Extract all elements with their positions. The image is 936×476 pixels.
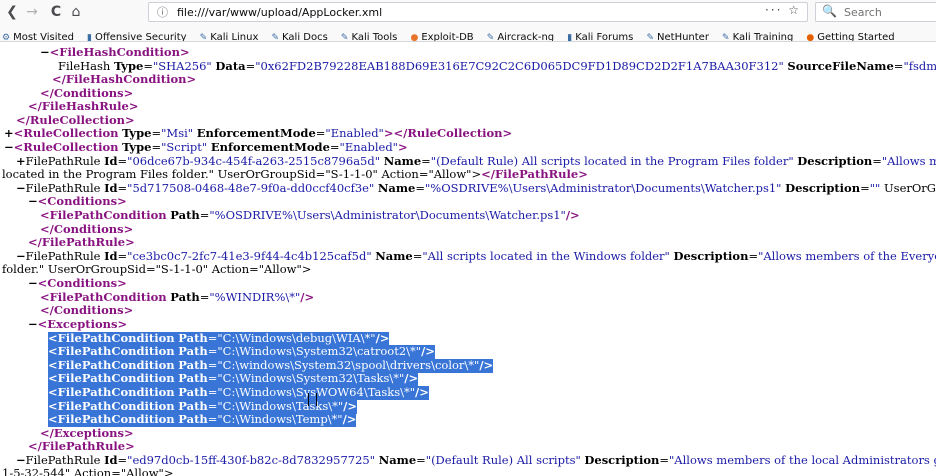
kali-dragon-icon: ✎: [340, 33, 349, 42]
xml-line: <FilePathCondition Path="C:\Windows\SysW…: [48, 385, 429, 400]
bookmark-kali-training[interactable]: ✎ Kali Training: [722, 30, 794, 42]
offsec-icon: ▮: [87, 33, 92, 42]
xml-line: </FilePathRule>: [28, 439, 135, 453]
xml-line: +<RuleCollection Type="Msi" EnforcementM…: [4, 126, 513, 140]
kali-dragon-icon: ✎: [199, 33, 208, 42]
xml-line: </FileHashCondition>: [52, 72, 197, 86]
bookmark-nethunter[interactable]: ✎ NetHunter: [646, 30, 709, 42]
search-input[interactable]: 🔍 Search: [815, 2, 936, 22]
url-text[interactable]: file:///var/www/upload/AppLocker.xml: [177, 6, 382, 19]
firefox-icon: ●: [806, 33, 815, 42]
xml-viewer: −<FileHashCondition> FileHash Type="SHA25…: [0, 43, 936, 476]
browser-toolbar: ❮ → C ⌂ ⓘ file:///var/www/upload/AppLock…: [0, 0, 936, 26]
bookmark-label: Kali Docs: [282, 32, 328, 42]
xml-line: 1-5-32-544" Action="Allow">: [2, 466, 174, 476]
xml-line: </FileHashRule>: [28, 99, 139, 113]
page-actions-and-bookmark-star[interactable]: ··· ☆: [765, 3, 801, 17]
bookmark-label: Aircrack-ng: [497, 32, 555, 42]
bookmark-kali-tools[interactable]: ✎ Kali Tools: [340, 30, 398, 42]
home-icon[interactable]: ⌂: [66, 3, 86, 21]
info-icon[interactable]: ⓘ: [157, 4, 168, 20]
bookmark-offensive-security[interactable]: ▮ Offensive Security: [87, 30, 187, 42]
kali-dragon-icon: ✎: [722, 33, 730, 42]
aircrack-icon: ✎: [486, 33, 495, 42]
bookmark-getting-started[interactable]: ● Getting Started: [806, 30, 895, 42]
xml-line: <FilePathCondition Path="C:\Windows\Syst…: [48, 344, 435, 359]
bookmark-most-visited[interactable]: ⚙ Most Visited: [2, 30, 74, 42]
bookmark-kali-forums[interactable]: ▮ Kali Forums: [567, 30, 634, 42]
search-icon: 🔍: [822, 4, 837, 18]
reload-icon[interactable]: C: [46, 3, 66, 21]
gear-icon: ⚙: [2, 33, 11, 42]
xml-line: </FilePathRule>: [28, 235, 135, 249]
bookmark-label: Offensive Security: [95, 32, 187, 42]
kali-dragon-icon: ✎: [271, 33, 280, 42]
bookmark-exploit-db[interactable]: ● Exploit-DB: [410, 30, 474, 42]
xml-line: <FilePathCondition Path="%OSDRIVE%\Users…: [40, 208, 580, 222]
bookmark-label: Kali Tools: [351, 32, 398, 42]
bookmark-label: NetHunter: [657, 32, 709, 42]
bookmark-label: Exploit-DB: [421, 32, 474, 42]
xml-line: −<Conditions>: [28, 276, 127, 290]
bookmark-kali-docs[interactable]: ✎ Kali Docs: [271, 30, 328, 42]
bookmark-label: Kali Training: [732, 32, 794, 42]
exploit-db-icon: ●: [410, 33, 419, 42]
url-bar[interactable]: ⓘ file:///var/www/upload/AppLocker.xml ·…: [148, 2, 808, 22]
bookmark-label: Getting Started: [817, 32, 895, 42]
xml-line: −<Exceptions>: [28, 317, 128, 331]
xml-line: folder." UserOrGroupSid="S-1-1-0" Action…: [2, 262, 312, 276]
xml-line: </Conditions>: [40, 303, 134, 317]
bookmark-kali-linux[interactable]: ✎ Kali Linux: [199, 30, 259, 42]
forums-icon: ▮: [567, 33, 573, 42]
xml-line: located in the Program Files folder." Us…: [2, 167, 588, 181]
text-cursor-icon: [308, 393, 317, 406]
forward-icon[interactable]: →: [22, 3, 42, 21]
xml-line: −<RuleCollection Type="Script" Enforceme…: [4, 140, 408, 154]
bookmark-label: Most Visited: [13, 32, 74, 42]
bookmark-aircrack-ng[interactable]: ✎ Aircrack-ng: [486, 30, 555, 42]
xml-line: <FilePathCondition Path="C:\Windows\Syst…: [48, 371, 419, 386]
bookmark-label: Kali Linux: [210, 32, 259, 42]
xml-line: −<FileHashCondition>: [40, 45, 190, 59]
xml-line: <FilePathCondition Path="C:\Windows\Temp…: [48, 412, 357, 427]
xml-line: −FilePathRule Id="5d717508-0468-48e7-9f0…: [16, 181, 936, 195]
xml-line: −<Conditions>: [28, 194, 127, 208]
bookmark-label: Kali Forums: [575, 32, 634, 42]
back-icon[interactable]: ❮: [2, 3, 22, 21]
bookmarks-toolbar: ⚙ Most Visited ▮ Offensive Security ✎ Kali …: [0, 25, 936, 42]
search-placeholder: Search: [844, 6, 882, 19]
kali-dragon-icon: ✎: [646, 33, 655, 42]
